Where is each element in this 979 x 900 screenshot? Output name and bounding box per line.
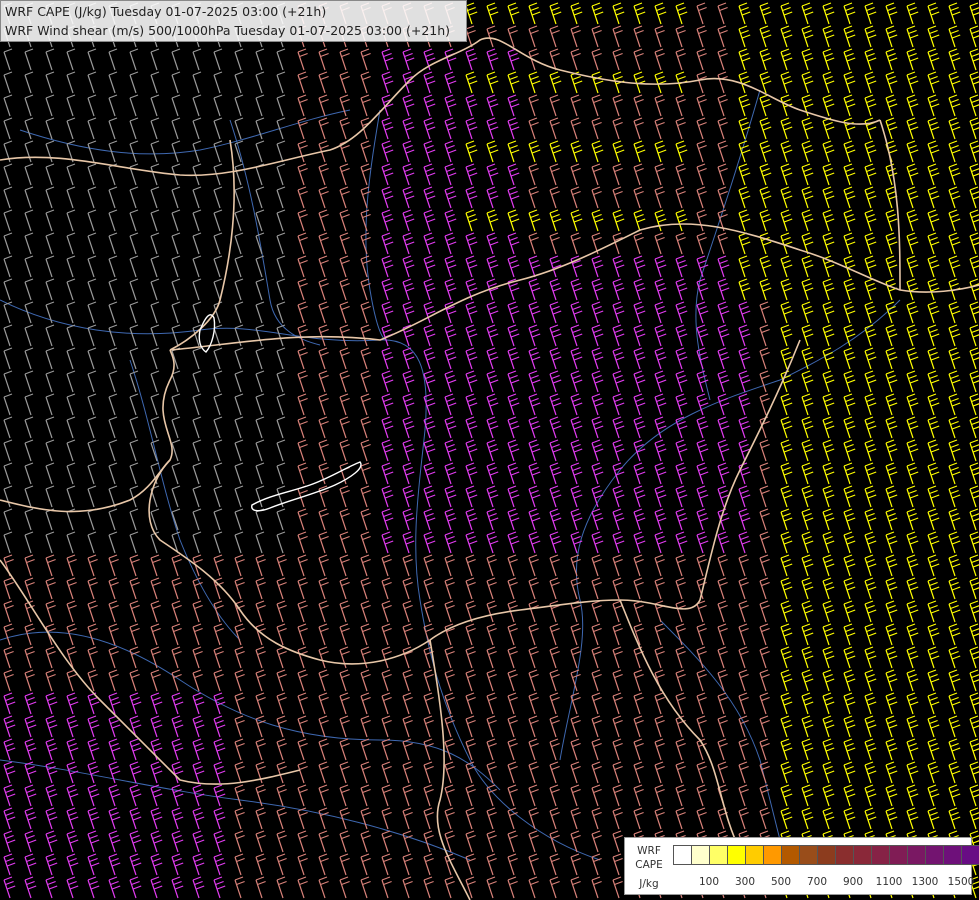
- map-title-cape: WRF CAPE (J/kg) Tuesday 01-07-2025 03:00…: [5, 4, 327, 19]
- legend-swatch: [944, 846, 962, 864]
- legend-tick-label: 700: [806, 876, 828, 888]
- legend-tick-label: 300: [734, 876, 756, 888]
- legend-swatch: [854, 846, 872, 864]
- legend-swatch: [728, 846, 746, 864]
- legend-swatch: [692, 846, 710, 864]
- map-title-box: WRF CAPE (J/kg) Tuesday 01-07-2025 03:00…: [0, 0, 467, 42]
- legend-swatch: [764, 846, 782, 864]
- legend-swatch: [800, 846, 818, 864]
- legend-label-wrf: WRF: [637, 845, 661, 857]
- legend-color-bar: [673, 845, 979, 865]
- legend-swatch: [782, 846, 800, 864]
- legend-swatch: [746, 846, 764, 864]
- legend-swatch: [890, 846, 908, 864]
- legend-tick-label: 100: [698, 876, 720, 888]
- legend-swatch: [872, 846, 890, 864]
- legend-swatch: [818, 846, 836, 864]
- legend-tick-label: 1500: [947, 876, 975, 888]
- legend-swatch: [962, 846, 979, 864]
- legend-tick-label: 1100: [875, 876, 903, 888]
- legend-swatch: [926, 846, 944, 864]
- legend-swatch: [710, 846, 728, 864]
- cape-legend: WRF CAPE J/kg 100 300 500 700 900 1100 1300 150…: [624, 837, 979, 895]
- legend-tick-label: 1300: [911, 876, 939, 888]
- legend-swatch: [908, 846, 926, 864]
- map-title-shear: WRF Wind shear (m/s) 500/1000hPa Tuesday…: [5, 23, 451, 38]
- cape-wind-shear-map: [0, 0, 979, 900]
- legend-label-unit: J/kg: [639, 878, 659, 890]
- legend-label-cape: CAPE: [635, 859, 663, 871]
- legend-swatch: [836, 846, 854, 864]
- legend-tick-label: 500: [770, 876, 792, 888]
- legend-swatch: [674, 846, 692, 864]
- legend-tick-label: 900: [842, 876, 864, 888]
